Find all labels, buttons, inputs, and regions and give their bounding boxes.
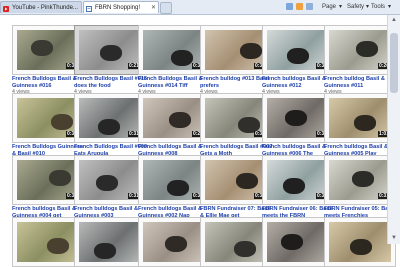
dog-figure [236, 173, 258, 189]
browser-tab-bar: YouTube - PinkThunde... FBRN Shopping! ✕… [0, 0, 400, 15]
video-grid: 0:31 French Bulldogs Basil & Guinness #01… [0, 15, 400, 267]
dog-figure [287, 48, 309, 64]
dog-figure [96, 175, 118, 191]
vertical-scrollbar[interactable]: ▲ ▼ [387, 15, 400, 244]
dog-figure [234, 241, 256, 257]
page-menu[interactable]: Page [322, 0, 336, 14]
dog-figure [171, 50, 193, 66]
dog-figure [354, 115, 376, 131]
page-icon [86, 5, 92, 12]
dog-figure [285, 110, 307, 126]
video-thumbnail[interactable] [267, 222, 329, 262]
scroll-down-icon[interactable]: ▼ [391, 235, 397, 241]
video-thumbnail-frame[interactable]: 0:21 [74, 25, 146, 75]
video-thumbnail[interactable] [17, 222, 79, 262]
tools-menu[interactable]: Tools [371, 0, 385, 14]
tab-fbrn-shopping[interactable]: FBRN Shopping! ✕ [83, 1, 159, 13]
chevron-down-icon: ▾ [366, 4, 370, 10]
dog-figure [47, 238, 69, 254]
youtube-icon [3, 5, 9, 12]
dog-figure [283, 178, 305, 194]
dog-figure [94, 243, 116, 259]
video-title-link[interactable]: French Bulldogs Basil #015 does the food [74, 76, 148, 89]
safety-menu[interactable]: Safety [347, 0, 364, 14]
dog-figure [98, 119, 120, 135]
dog-figure [352, 171, 374, 187]
video-thumbnail-frame[interactable] [324, 217, 396, 267]
video-thumbnail-frame[interactable]: 1:01 [324, 93, 396, 143]
video-thumbnail-frame[interactable]: 0:26 [324, 25, 396, 75]
video-thumbnail[interactable] [79, 222, 141, 262]
dog-figure [350, 239, 372, 255]
video-thumbnail[interactable] [205, 222, 267, 262]
scrollbar-thumb[interactable] [390, 33, 398, 93]
home-icon[interactable] [286, 3, 293, 10]
tab-label: FBRN Shopping! [95, 5, 141, 11]
video-thumbnail[interactable] [143, 222, 205, 262]
dog-figure [169, 112, 191, 128]
chevron-down-icon: ▾ [339, 4, 343, 10]
video-thumbnail-frame[interactable]: 0:31 [324, 155, 396, 205]
dog-figure [240, 43, 262, 59]
tab-label: YouTube - PinkThunde... [12, 5, 78, 11]
dog-figure [356, 41, 378, 57]
tab-youtube[interactable]: YouTube - PinkThunde... [0, 1, 82, 13]
close-icon[interactable]: ✕ [151, 2, 156, 13]
video-thumbnail-frame[interactable]: 0:31 [74, 155, 146, 205]
feeds-icon[interactable] [296, 3, 303, 10]
dog-figure [100, 45, 122, 61]
dog-figure [167, 180, 189, 196]
video-thumbnail-frame[interactable] [74, 217, 146, 267]
dog-figure [51, 114, 73, 130]
new-tab-button[interactable] [160, 2, 172, 14]
dog-figure [165, 236, 187, 252]
scroll-up-icon[interactable]: ▲ [391, 17, 397, 23]
dog-figure [31, 40, 53, 56]
chevron-down-icon: ▾ [388, 4, 392, 10]
print-icon[interactable] [306, 3, 313, 10]
video-thumbnail[interactable] [329, 222, 391, 262]
dog-figure [281, 234, 303, 250]
video-thumbnail-frame[interactable]: 0:31 [74, 93, 146, 143]
dog-figure [49, 170, 71, 186]
